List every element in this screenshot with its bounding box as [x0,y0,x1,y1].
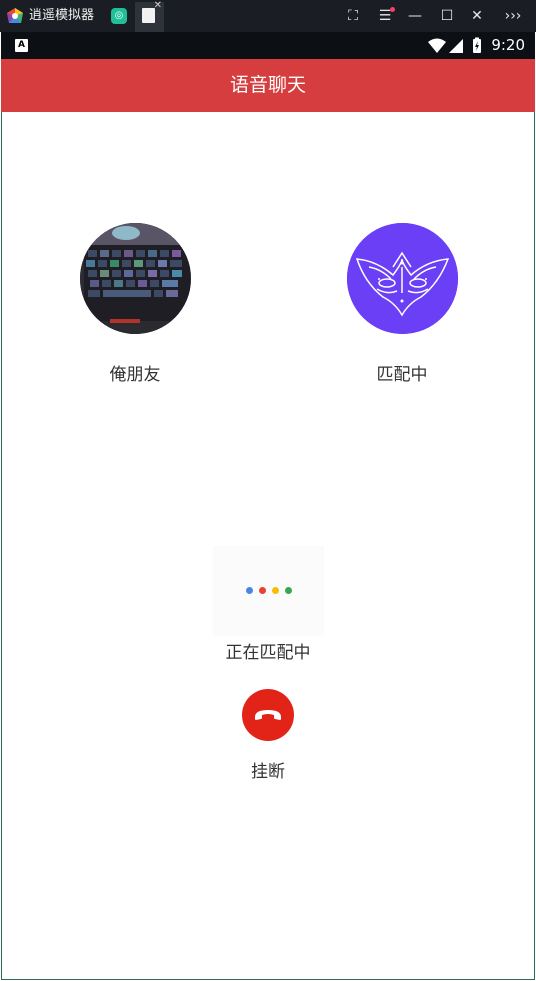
left-user-avatar [80,223,191,334]
matching-status-text: 正在匹配中 [225,643,311,663]
status-icons [428,37,481,53]
minimize-icon[interactable]: — [404,6,426,26]
menu-notification-dot [390,7,395,12]
wifi-icon [428,38,446,53]
emulator-app-tab-icon[interactable]: ◎ [111,8,127,24]
loader-dot-green [285,587,292,594]
menu-icon[interactable]: ☰ [374,6,396,26]
more-icon[interactable]: ››› [502,6,524,26]
hangup-button[interactable] [242,689,294,741]
screenshot-icon[interactable]: ⛶ [342,6,364,26]
emulator-active-tab[interactable]: ✕ [135,1,164,32]
close-icon[interactable]: ✕ [466,6,488,26]
status-time: 9:20 [491,36,525,54]
emulator-title-bar: 逍遥模拟器 ◎ ✕ ⛶ ☰ — ☐ ✕ ››› [0,0,536,32]
page-title: 语音聊天 [229,74,306,96]
loader-dot-yellow [272,587,279,594]
voice-chat-content: 俺朋友 匹配中 正在匹配中 挂断 [1,112,535,980]
battery-icon [473,37,481,53]
tab-close-icon[interactable]: ✕ [154,1,162,11]
android-status-bar: A 9:20 [1,32,535,59]
loader-dot-blue [246,587,253,594]
app-toolbar: 语音聊天 [1,59,535,112]
masquerade-mask-icon [347,223,458,334]
right-user-avatar [347,223,458,334]
right-user-status: 匹配中 [376,365,428,385]
phone-hangup-icon [255,710,281,720]
notification-a-icon: A [15,39,28,52]
loader-dot-red [259,587,266,594]
hangup-label: 挂断 [251,762,285,782]
signal-icon [449,39,463,53]
keyboard-photo-image [80,223,191,334]
left-user-name: 俺朋友 [109,365,161,385]
emulator-logo-icon [7,8,23,23]
maximize-icon[interactable]: ☐ [436,6,458,26]
matching-loader [213,546,324,636]
emulator-title: 逍遥模拟器 [29,8,95,23]
